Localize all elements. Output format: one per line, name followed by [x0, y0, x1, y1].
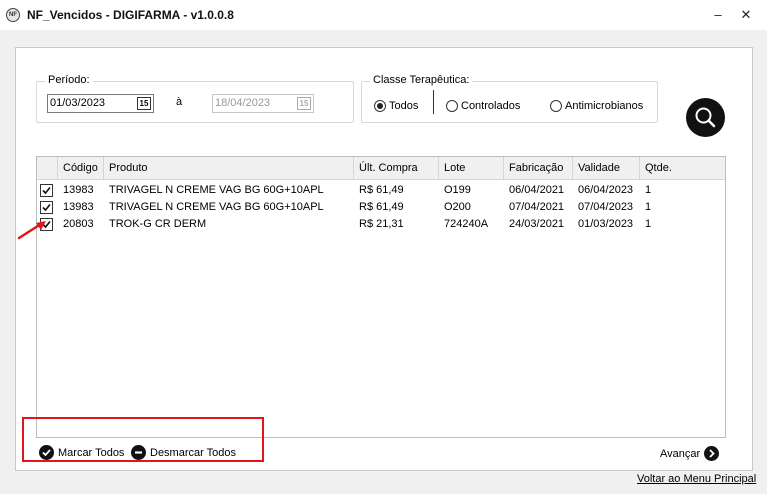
cell-codigo: 13983 [63, 201, 94, 213]
checkmark-icon [42, 186, 51, 195]
advance-label: Avançar [660, 447, 701, 460]
radio-todos[interactable]: Todos [374, 100, 418, 112]
products-grid: Código Produto Últ. Compra Lote Fabricaç… [36, 156, 726, 438]
app-logo-icon: NF [6, 8, 20, 22]
arrow-right-circle-icon [704, 446, 720, 461]
cell-qtde: 1 [645, 218, 652, 230]
radio-antimicrobianos-label: Antimicrobianos [565, 100, 644, 112]
periodo-group: Período: 01/03/2023 15 à 18/04/2023 15 [36, 74, 354, 123]
cell-lote: O199 [444, 184, 471, 196]
date-separator: à [176, 96, 183, 108]
annotation-highlight-box [22, 417, 264, 462]
table-row[interactable]: 20803 TROK-G CR DERM R$ 21,31 724240A 24… [37, 216, 725, 233]
cell-ult-compra: R$ 61,49 [359, 184, 404, 196]
header-lote[interactable]: Lote [438, 157, 503, 180]
minimize-button[interactable]: – [707, 4, 729, 26]
cell-ult-compra: R$ 21,31 [359, 218, 404, 230]
end-date-input[interactable]: 18/04/2023 15 [212, 94, 314, 113]
radio-controlados-label: Controlados [461, 100, 521, 112]
close-button[interactable]: ✕ [735, 4, 757, 26]
table-row[interactable]: 13983 TRIVAGEL N CREME VAG BG 60G+10APL … [37, 182, 725, 199]
header-ult-compra[interactable]: Últ. Compra [353, 157, 438, 180]
header-codigo[interactable]: Código [57, 157, 103, 180]
calendar-icon[interactable]: 15 [137, 97, 151, 110]
cell-qtde: 1 [645, 184, 652, 196]
search-button[interactable] [686, 98, 725, 137]
cell-produto: TROK-G CR DERM [109, 218, 207, 230]
annotation-arrow-icon [17, 221, 46, 240]
radio-antimicrobianos[interactable]: Antimicrobianos [550, 100, 643, 112]
cell-qtde: 1 [645, 201, 652, 213]
cell-fabricacao: 24/03/2021 [509, 218, 565, 230]
focus-divider [433, 90, 434, 114]
radio-unselected-icon [446, 100, 458, 112]
row-checkbox[interactable] [40, 201, 53, 214]
end-date-value: 18/04/2023 [215, 97, 271, 109]
cell-validade: 06/04/2023 [578, 184, 634, 196]
radio-unselected-icon [550, 100, 562, 112]
start-date-input[interactable]: 01/03/2023 15 [47, 94, 154, 113]
table-row[interactable]: 13983 TRIVAGEL N CREME VAG BG 60G+10APL … [37, 199, 725, 216]
classe-terapeutica-label: Classe Terapêutica: [370, 74, 473, 86]
header-produto[interactable]: Produto [103, 157, 353, 180]
radio-controlados[interactable]: Controlados [446, 100, 520, 112]
cell-fabricacao: 06/04/2021 [509, 184, 565, 196]
checkmark-icon [42, 203, 51, 212]
classe-terapeutica-group: Classe Terapêutica: Todos Controlados An… [361, 74, 658, 123]
title-bar: NF NF_Vencidos - DIGIFARMA - v1.0.0.8 – … [0, 0, 767, 30]
header-fabricacao[interactable]: Fabricação [503, 157, 572, 180]
start-date-value: 01/03/2023 [50, 97, 106, 109]
periodo-label: Período: [45, 74, 93, 86]
cell-codigo: 20803 [63, 218, 94, 230]
cell-validade: 01/03/2023 [578, 218, 634, 230]
header-qtde[interactable]: Qtde. [639, 157, 725, 180]
main-panel: Período: 01/03/2023 15 à 18/04/2023 15 C… [15, 47, 753, 471]
advance-button[interactable]: Avançar [660, 446, 720, 461]
window-title: NF_Vencidos - DIGIFARMA - v1.0.0.8 [27, 8, 234, 22]
calendar-icon[interactable]: 15 [297, 97, 311, 110]
header-validade[interactable]: Validade [572, 157, 639, 180]
back-to-main-menu-link[interactable]: Voltar ao Menu Principal [637, 473, 756, 485]
cell-codigo: 13983 [63, 184, 94, 196]
cell-produto: TRIVAGEL N CREME VAG BG 60G+10APL [109, 184, 324, 196]
cell-ult-compra: R$ 61,49 [359, 201, 404, 213]
header-check-column [37, 157, 57, 180]
search-icon [695, 107, 716, 128]
cell-validade: 07/04/2023 [578, 201, 634, 213]
grid-header: Código Produto Últ. Compra Lote Fabricaç… [37, 157, 725, 180]
cell-lote: 724240A [444, 218, 489, 230]
radio-selected-icon [374, 100, 386, 112]
cell-fabricacao: 07/04/2021 [509, 201, 565, 213]
radio-todos-label: Todos [389, 100, 419, 112]
row-checkbox[interactable] [40, 184, 53, 197]
cell-lote: O200 [444, 201, 471, 213]
cell-produto: TRIVAGEL N CREME VAG BG 60G+10APL [109, 201, 324, 213]
